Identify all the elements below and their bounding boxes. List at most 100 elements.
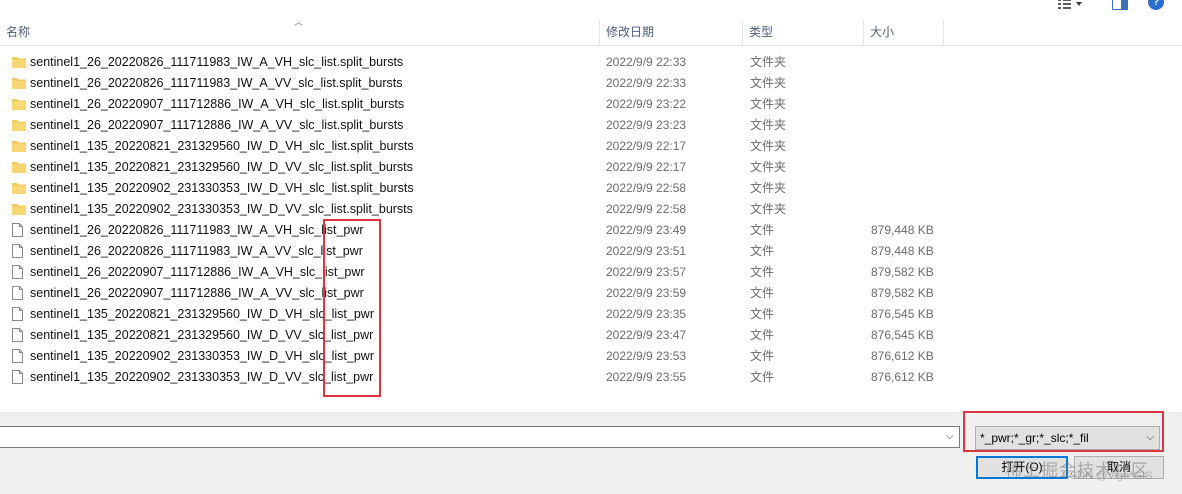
filename-input[interactable]	[0, 426, 960, 448]
folder-icon	[12, 204, 26, 215]
file-size: 876,612 KB	[871, 370, 934, 384]
file-name: sentinel1_135_20220821_231329560_IW_D_VV…	[30, 328, 374, 342]
file-type: 文件	[750, 349, 775, 363]
folder-icon	[12, 120, 26, 131]
file-icon	[12, 307, 23, 321]
file-date: 2022/9/9 22:17	[606, 160, 687, 174]
file-type: 文件夹	[750, 76, 787, 90]
file-row[interactable]: sentinel1_26_20220907_111712886_IW_A_VH_…	[0, 262, 1000, 283]
file-name: sentinel1_135_20220902_231330353_IW_D_VH…	[30, 181, 414, 195]
file-size: 879,448 KB	[871, 244, 934, 258]
file-name: sentinel1_135_20220821_231329560_IW_D_VV…	[30, 160, 413, 174]
file-icon	[12, 244, 23, 258]
file-name: sentinel1_26_20220826_111711983_IW_A_VH_…	[30, 223, 364, 237]
file-date: 2022/9/9 23:47	[606, 328, 687, 342]
file-row[interactable]: sentinel1_135_20220821_231329560_IW_D_VH…	[0, 304, 1000, 325]
folder-row[interactable]: sentinel1_26_20220907_111712886_IW_A_VV_…	[0, 115, 1000, 136]
folder-row[interactable]: sentinel1_135_20220902_231330353_IW_D_VH…	[0, 178, 1000, 199]
file-type: 文件夹	[750, 202, 787, 216]
chevron-down-icon[interactable]: ⌵	[946, 431, 958, 443]
preview-pane-icon[interactable]	[1112, 0, 1128, 10]
file-type: 文件夹	[750, 181, 787, 195]
file-row[interactable]: sentinel1_26_20220826_111711983_IW_A_VH_…	[0, 220, 1000, 241]
watermark-sub: CSDN @Vigo*GIS	[1062, 470, 1153, 482]
file-type: 文件	[750, 328, 775, 342]
file-name: sentinel1_26_20220907_111712886_IW_A_VH_…	[30, 265, 365, 279]
file-icon	[12, 223, 23, 237]
file-date: 2022/9/9 22:58	[606, 181, 687, 195]
file-type: 文件	[750, 223, 775, 237]
view-options-icon[interactable]	[1058, 0, 1084, 11]
folder-row[interactable]: sentinel1_135_20220821_231329560_IW_D_VV…	[0, 157, 1000, 178]
file-date: 2022/9/9 22:17	[606, 139, 687, 153]
file-date: 2022/9/9 23:57	[606, 265, 687, 279]
folder-icon	[12, 57, 26, 68]
folder-icon	[12, 78, 26, 89]
file-type: 文件	[750, 307, 775, 321]
file-name: sentinel1_26_20220907_111712886_IW_A_VH_…	[30, 97, 405, 111]
folder-row[interactable]: sentinel1_26_20220826_111711983_IW_A_VH_…	[0, 52, 1000, 73]
toolbar: ?	[0, 0, 1182, 20]
file-name: sentinel1_26_20220907_111712886_IW_A_VV_…	[30, 118, 404, 132]
file-row[interactable]: sentinel1_135_20220902_231330353_IW_D_VV…	[0, 367, 1000, 388]
file-name: sentinel1_26_20220907_111712886_IW_A_VV_…	[30, 286, 364, 300]
sort-ascending-icon: ︿	[294, 17, 304, 27]
file-row[interactable]: sentinel1_26_20220907_111712886_IW_A_VV_…	[0, 283, 1000, 304]
file-type: 文件夹	[750, 139, 787, 153]
file-name: sentinel1_26_20220826_111711983_IW_A_VV_…	[30, 244, 363, 258]
file-size: 879,582 KB	[871, 286, 934, 300]
file-size: 876,545 KB	[871, 328, 934, 342]
file-name: sentinel1_26_20220826_111711983_IW_A_VH_…	[30, 55, 404, 69]
file-type: 文件	[750, 244, 775, 258]
file-date: 2022/9/9 22:58	[606, 202, 687, 216]
file-name: sentinel1_135_20220902_231330353_IW_D_VV…	[30, 370, 374, 384]
file-icon	[12, 328, 23, 342]
file-size: 876,545 KB	[871, 307, 934, 321]
file-date: 2022/9/9 23:49	[606, 223, 687, 237]
file-icon	[12, 370, 23, 384]
file-icon	[12, 265, 23, 279]
file-date: 2022/9/9 23:53	[606, 349, 687, 363]
file-type: 文件夹	[750, 118, 787, 132]
folder-row[interactable]: sentinel1_26_20220907_111712886_IW_A_VH_…	[0, 94, 1000, 115]
file-icon	[12, 286, 23, 300]
file-date: 2022/9/9 22:33	[606, 76, 687, 90]
column-type[interactable]: 类型	[743, 20, 864, 45]
folder-icon	[12, 141, 26, 152]
file-size: 879,448 KB	[871, 223, 934, 237]
column-header: 名称 ︿ 修改日期 类型 大小	[0, 17, 1182, 46]
file-type-filter-highlight	[963, 411, 1164, 452]
folder-row[interactable]: sentinel1_26_20220826_111711983_IW_A_VV_…	[0, 73, 1000, 94]
file-type: 文件	[750, 286, 775, 300]
folder-row[interactable]: sentinel1_135_20220821_231329560_IW_D_VH…	[0, 136, 1000, 157]
file-date: 2022/9/9 22:33	[606, 55, 687, 69]
help-icon[interactable]: ?	[1148, 0, 1164, 10]
file-date: 2022/9/9 23:22	[606, 97, 687, 111]
folder-row[interactable]: sentinel1_135_20220902_231330353_IW_D_VV…	[0, 199, 1000, 220]
file-size: 876,612 KB	[871, 349, 934, 363]
pwr-suffix-highlight	[323, 219, 381, 397]
file-date: 2022/9/9 23:23	[606, 118, 687, 132]
folder-icon	[12, 162, 26, 173]
folder-icon	[12, 183, 26, 194]
file-type: 文件	[750, 370, 775, 384]
file-date: 2022/9/9 23:55	[606, 370, 687, 384]
file-type: 文件夹	[750, 160, 787, 174]
file-name: sentinel1_135_20220821_231329560_IW_D_VH…	[30, 139, 414, 153]
file-type: 文件夹	[750, 97, 787, 111]
file-type: 文件夹	[750, 55, 787, 69]
file-name: sentinel1_135_20220902_231330353_IW_D_VV…	[30, 202, 413, 216]
file-type: 文件	[750, 265, 775, 279]
file-row[interactable]: sentinel1_135_20220902_231330353_IW_D_VH…	[0, 346, 1000, 367]
folder-icon	[12, 99, 26, 110]
file-row[interactable]: sentinel1_135_20220821_231329560_IW_D_VV…	[0, 325, 1000, 346]
file-name: sentinel1_26_20220826_111711983_IW_A_VV_…	[30, 76, 403, 90]
column-date[interactable]: 修改日期	[600, 20, 743, 45]
file-date: 2022/9/9 23:59	[606, 286, 687, 300]
column-size[interactable]: 大小	[864, 20, 944, 45]
file-date: 2022/9/9 23:51	[606, 244, 687, 258]
file-row[interactable]: sentinel1_26_20220826_111711983_IW_A_VV_…	[0, 241, 1000, 262]
file-date: 2022/9/9 23:35	[606, 307, 687, 321]
file-icon	[12, 349, 23, 363]
file-size: 879,582 KB	[871, 265, 934, 279]
